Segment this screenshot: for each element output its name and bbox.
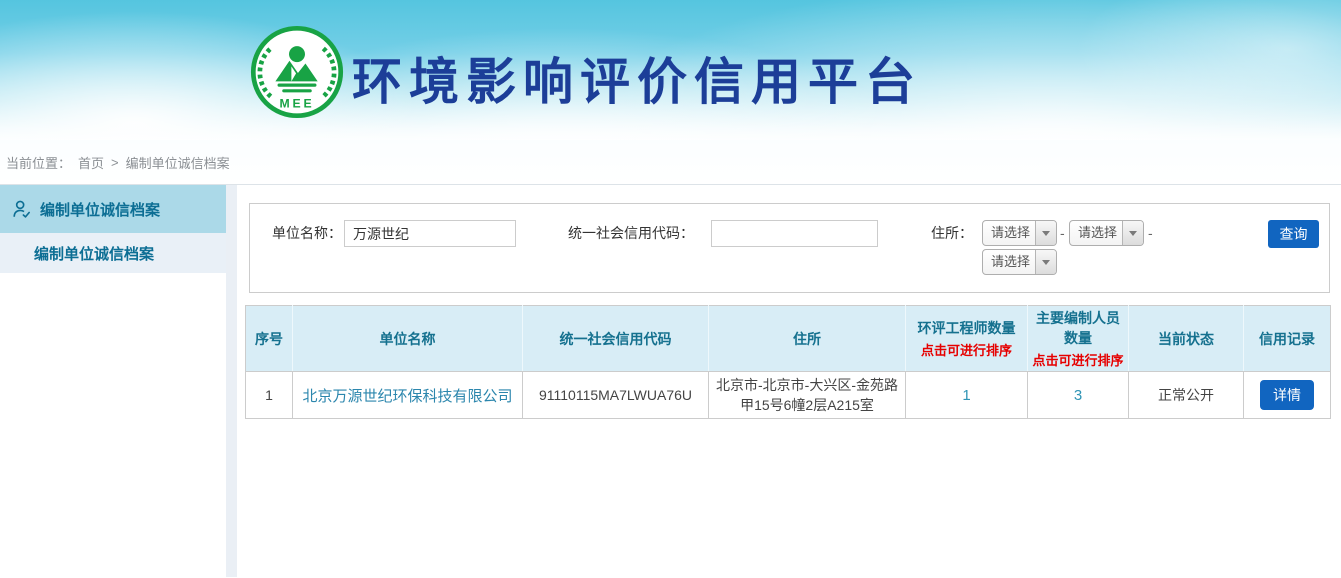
unit-name-input[interactable] [344,220,516,247]
site-header: MEE 环境影响评价信用平台 [0,0,1341,140]
mee-logo-icon: MEE [250,25,344,119]
staff-count-link[interactable]: 3 [1074,387,1082,404]
sidebar: 编制单位诚信档案 编制单位诚信档案 [0,185,226,273]
col-header-engineer-count-sortable[interactable]: 环评工程师数量 点击可进行排序 [906,306,1028,372]
col-header-credit-record: 信用记录 [1244,306,1331,372]
search-panel: 单位名称： 统一社会信用代码： 住所： 请选择 - 请选择 - 请选择 查询 [249,203,1330,293]
cell-index: 1 [246,372,293,419]
chevron-down-icon[interactable] [1122,221,1143,245]
cell-address: 北京市-北京市-大兴区-金苑路甲15号6幢2层A215室 [709,372,906,419]
unit-name-label: 单位名称： [272,220,342,247]
cell-credit-code: 91110115MA7LWUA76U [523,372,709,419]
province-select[interactable]: 请选择 [982,220,1057,246]
address-dash: - [1148,220,1153,246]
sidebar-divider [226,185,237,577]
main-panel: 单位名称： 统一社会信用代码： 住所： 请选择 - 请选择 - 请选择 查询 [237,185,1341,577]
col-header-address: 住所 [709,306,906,372]
col-header-credit-code: 统一社会信用代码 [523,306,709,372]
breadcrumb-separator: > [111,155,119,170]
sort-hint[interactable]: 点击可进行排序 [908,340,1025,359]
sidebar-item-label: 编制单位诚信档案 [40,199,160,220]
query-button[interactable]: 查询 [1268,220,1319,248]
credit-code-input[interactable] [711,220,878,247]
col-header-company: 单位名称 [293,306,523,372]
table-row: 1 北京万源世纪环保科技有限公司 91110115MA7LWUA76U 北京市-… [246,372,1331,419]
breadcrumb-current: 编制单位诚信档案 [126,153,230,172]
col-header-staff-count-sortable[interactable]: 主要编制人员数量 点击可进行排序 [1028,306,1129,372]
results-table: 序号 单位名称 统一社会信用代码 住所 环评工程师数量 点击可进行排序 主要编制… [245,305,1331,419]
sidebar-item-unit-credit-archive[interactable]: 编制单位诚信档案 [0,185,226,233]
credit-code-label: 统一社会信用代码： [568,220,694,247]
engineer-count-link[interactable]: 1 [962,387,970,404]
chevron-down-icon[interactable] [1035,221,1056,245]
address-dash: - [1060,220,1065,246]
district-select[interactable]: 请选择 [982,249,1057,275]
user-check-icon [11,198,33,220]
detail-button[interactable]: 详情 [1260,380,1314,410]
cell-status: 正常公开 [1129,372,1244,419]
company-name-link[interactable]: 北京万源世纪环保科技有限公司 [302,388,512,405]
breadcrumb-home-link[interactable]: 首页 [78,153,104,172]
site-title: 环境影响评价信用平台 [352,42,922,114]
breadcrumb: 当前位置： 首页 > 编制单位诚信档案 [0,140,1341,185]
content-area: 编制单位诚信档案 编制单位诚信档案 单位名称： 统一社会信用代码： 住所： 请选… [0,185,1341,577]
sidebar-subitem-label: 编制单位诚信档案 [34,243,154,264]
chevron-down-icon[interactable] [1035,250,1056,274]
city-select[interactable]: 请选择 [1069,220,1144,246]
col-header-status: 当前状态 [1129,306,1244,372]
col-header-index: 序号 [246,306,293,372]
breadcrumb-prefix: 当前位置： [6,153,71,172]
logo-text: MEE [280,97,315,111]
table-header-row: 序号 单位名称 统一社会信用代码 住所 环评工程师数量 点击可进行排序 主要编制… [246,306,1331,372]
sidebar-subitem-unit-credit-archive[interactable]: 编制单位诚信档案 [0,233,226,273]
sort-hint[interactable]: 点击可进行排序 [1030,350,1126,369]
address-label: 住所： [931,220,973,247]
